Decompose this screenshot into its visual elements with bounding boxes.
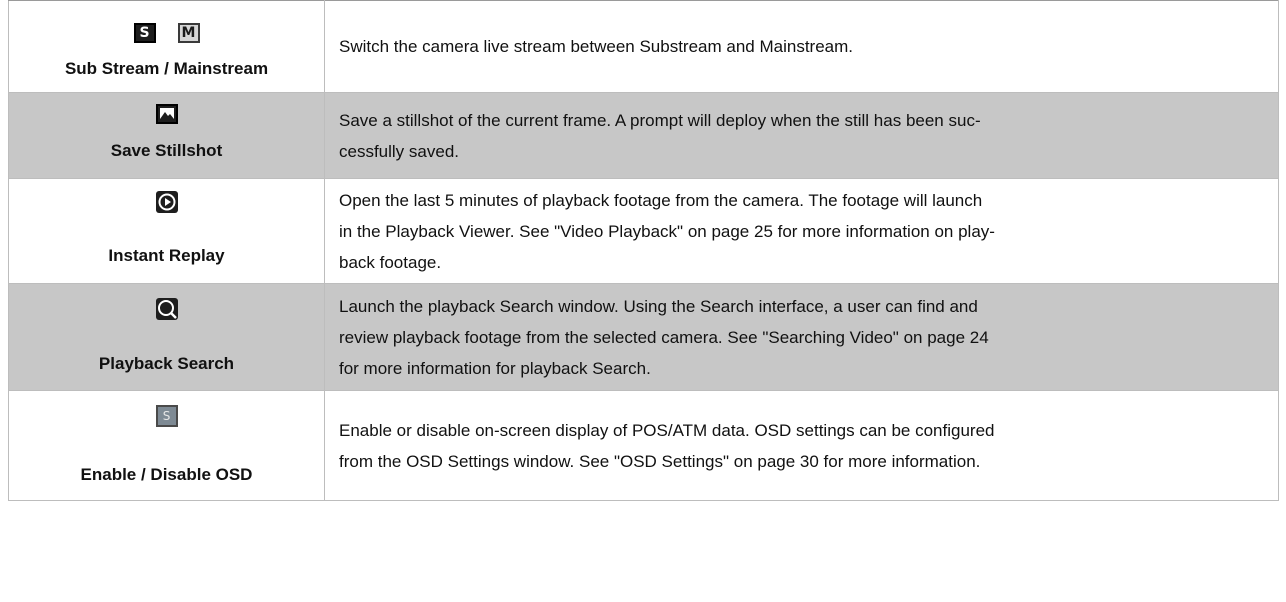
feature-description: Switch the camera live stream between Su… (325, 31, 1278, 62)
feature-description: Launch the playback Search window. Using… (325, 291, 1278, 384)
feature-label: Enable / Disable OSD (80, 465, 253, 484)
description-cell: Enable or disable on-screen display of P… (324, 390, 1279, 501)
table-row: S M Sub Stream / Mainstream Switch the c… (8, 0, 1279, 93)
stillshot-icon (155, 104, 178, 129)
toolbar-reference-table: S M Sub Stream / Mainstream Switch the c… (8, 0, 1279, 501)
feature-description: Enable or disable on-screen display of P… (325, 415, 1278, 477)
icon-cell: S M Sub Stream / Mainstream (8, 0, 325, 93)
description-line: Switch the camera live stream between Su… (339, 37, 854, 56)
osd-icon: S (155, 405, 178, 427)
table-row: S Enable / Disable OSD Enable or disable… (8, 390, 1279, 501)
description-line: Enable or disable on-screen display of P… (339, 420, 995, 440)
description-line: review playback footage from the selecte… (339, 327, 989, 347)
feature-label: Instant Replay (108, 246, 225, 265)
feature-description: Open the last 5 minutes of playback foot… (325, 185, 1278, 278)
feature-label: Save Stillshot (110, 141, 223, 160)
feature-label: Sub Stream / Mainstream (64, 59, 269, 78)
feature-label: Playback Search (98, 354, 235, 373)
description-line: from the OSD Settings window. See "OSD S… (339, 451, 981, 471)
description-line: in the Playback Viewer. See "Video Playb… (339, 221, 995, 241)
m-stream-icon: M (177, 23, 200, 43)
icon-row (9, 190, 324, 219)
description-line: Save a stillshot of the current frame. A… (339, 110, 981, 130)
description-line: Launch the playback Search window. Using… (339, 296, 978, 316)
description-cell: Launch the playback Search window. Using… (324, 283, 1279, 391)
instant-replay-icon (155, 190, 179, 219)
icon-row (9, 104, 324, 129)
playback-search-icon (155, 297, 179, 326)
icon-cell: Save Stillshot (8, 92, 325, 179)
table-row: Playback Search Launch the playback Sear… (8, 283, 1279, 391)
icon-row (9, 297, 324, 326)
icon-cell: Instant Replay (8, 178, 325, 284)
icon-row: S (9, 405, 324, 427)
icon-cell: S Enable / Disable OSD (8, 390, 325, 501)
description-cell: Open the last 5 minutes of playback foot… (324, 178, 1279, 284)
table-row: Save Stillshot Save a stillshot of the c… (8, 92, 1279, 179)
description-cell: Save a stillshot of the current frame. A… (324, 92, 1279, 179)
description-cell: Switch the camera live stream between Su… (324, 0, 1279, 93)
description-line: cessfully saved. (339, 141, 459, 161)
feature-description: Save a stillshot of the current frame. A… (325, 105, 1278, 167)
description-line: Open the last 5 minutes of playback foot… (339, 190, 983, 210)
icon-cell: Playback Search (8, 283, 325, 391)
description-line: back footage. (339, 252, 442, 272)
table-row: Instant Replay Open the last 5 minutes o… (8, 178, 1279, 284)
icon-row: S M (9, 23, 324, 43)
s-stream-icon: S (133, 23, 156, 43)
description-line: for more information for playback Search… (339, 358, 651, 378)
